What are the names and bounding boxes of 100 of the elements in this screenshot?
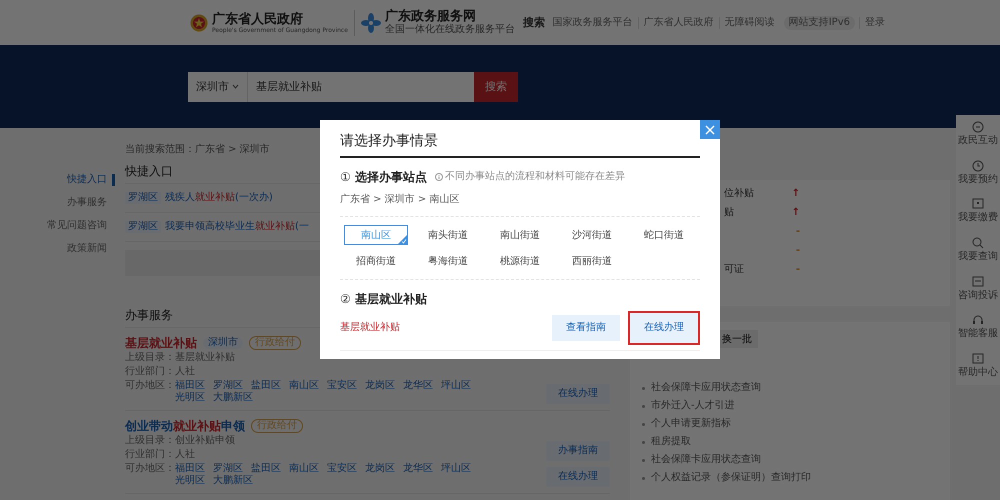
side-nav-item[interactable]: 常见问题咨询 bbox=[47, 220, 115, 232]
action-button[interactable]: 在线办理 bbox=[546, 467, 610, 487]
breadcrumb: 广东省 > 深圳市 > 南山区 bbox=[340, 194, 700, 217]
dialog-title: 请选择办事情景 bbox=[340, 132, 700, 158]
toolbar-button[interactable]: 我要预约 bbox=[958, 160, 998, 186]
step-title: 基层就业补贴 bbox=[354, 292, 427, 306]
action-button[interactable]: 在线办理 bbox=[628, 311, 700, 345]
region-tag: 罗湖区 bbox=[125, 192, 161, 204]
ipv6-badge[interactable]: 网站支持IPv6 bbox=[784, 16, 855, 30]
nav-link[interactable]: 登录 bbox=[859, 16, 890, 28]
district-link[interactable]: 光明区 bbox=[175, 475, 213, 487]
check-corner-icon bbox=[398, 235, 407, 244]
flower-logo-icon bbox=[360, 12, 381, 32]
alert-icon bbox=[972, 352, 984, 365]
district-link[interactable]: 坪山区 bbox=[441, 380, 479, 392]
toolbar-button[interactable]: 帮助中心 bbox=[958, 352, 998, 379]
district-link[interactable]: 宝安区 bbox=[327, 380, 365, 392]
toolbar-button[interactable]: 政民互动 bbox=[958, 121, 998, 148]
district-link[interactable]: 福田区 bbox=[175, 380, 213, 392]
trend-mark: ↑ bbox=[792, 188, 800, 200]
recommend-link[interactable]: 个人申请更新指标 bbox=[651, 418, 731, 430]
recommend-link[interactable]: 个人权益记录（参保证明）查询打印 bbox=[651, 472, 811, 484]
hot-item-link[interactable]: 贴 bbox=[724, 207, 734, 219]
info-icon bbox=[434, 173, 443, 181]
service-field: 行业部门：人社 bbox=[125, 449, 479, 461]
quick-entry-link[interactable]: 我要申领高校毕业生就业补贴(一 bbox=[165, 221, 309, 233]
nav-link[interactable]: 广东省人民政府 bbox=[638, 16, 719, 28]
side-nav-item[interactable]: 快捷入口 bbox=[67, 174, 115, 186]
district-link[interactable]: 罗湖区 bbox=[213, 380, 251, 392]
search-scope: 当前搜索范围：广东省 > 深圳市 bbox=[125, 144, 270, 156]
portal-title: 广东政务服务网 bbox=[384, 9, 477, 24]
nav-link[interactable]: 无障碍阅读 bbox=[718, 16, 780, 28]
district-link[interactable]: 龙岗区 bbox=[365, 463, 403, 475]
bullet-icon bbox=[642, 422, 645, 426]
close-icon bbox=[705, 124, 715, 134]
bullet-icon bbox=[642, 476, 645, 480]
step-number: ② bbox=[340, 292, 351, 306]
city-selector[interactable]: 深圳市 bbox=[188, 72, 248, 102]
areas-label: 可办地区： bbox=[125, 463, 175, 476]
category-tag: 行政给付 bbox=[249, 336, 301, 350]
district-link[interactable]: 盐田区 bbox=[251, 380, 289, 392]
region-tag: 罗湖区 bbox=[125, 221, 161, 233]
monitor-icon bbox=[972, 198, 984, 210]
portal-subtitle: 全国一体化在线政务服务平台 bbox=[384, 24, 515, 36]
toolbar-button[interactable]: 智能客服 bbox=[958, 314, 998, 340]
district-link[interactable]: 大鹏新区 bbox=[213, 392, 251, 404]
caret-icon bbox=[232, 84, 239, 89]
service-field: 上级目录：创业补贴申领 bbox=[125, 435, 479, 447]
trend-mark: - bbox=[796, 264, 800, 276]
toolbar-button[interactable]: 我要查询 bbox=[958, 236, 998, 263]
hot-item-link[interactable]: 可证 bbox=[724, 264, 744, 276]
recommend-link[interactable]: 租房提取 bbox=[651, 436, 691, 448]
nav-link[interactable]: 国家政务服务平台 bbox=[548, 16, 638, 28]
district-link[interactable]: 龙岗区 bbox=[365, 380, 403, 392]
action-button[interactable]: 在线办理 bbox=[546, 384, 610, 404]
service-title[interactable]: 创业带动就业补贴申领 bbox=[125, 419, 245, 433]
side-nav-item[interactable]: 办事服务 bbox=[67, 197, 115, 209]
region-tag: 深圳市 bbox=[203, 337, 243, 349]
recommend-link[interactable]: 社会保障卡应用状态查询 bbox=[651, 382, 761, 394]
trend-mark: - bbox=[796, 226, 800, 238]
step-number: ① bbox=[340, 170, 351, 184]
quick-entry-link[interactable]: 残疾人就业补贴(一次办) bbox=[165, 192, 273, 204]
district-link[interactable]: 福田区 bbox=[175, 463, 213, 475]
headset-icon bbox=[972, 314, 984, 326]
district-link[interactable]: 大鹏新区 bbox=[213, 475, 251, 487]
district-link[interactable]: 盐田区 bbox=[251, 463, 289, 475]
district-link[interactable]: 南山区 bbox=[289, 463, 327, 475]
district-link[interactable]: 光明区 bbox=[175, 392, 213, 404]
toolbar-button[interactable]: 咨询投诉 bbox=[958, 276, 998, 302]
close-button[interactable] bbox=[700, 120, 720, 139]
district-link[interactable]: 龙华区 bbox=[403, 380, 441, 392]
step-title: 选择办事站点 bbox=[354, 170, 427, 184]
bullet-icon bbox=[642, 404, 645, 408]
district-link[interactable]: 南山区 bbox=[289, 380, 327, 392]
trend-mark: - bbox=[796, 245, 800, 257]
action-button[interactable]: 查看指南 bbox=[552, 315, 620, 341]
district-link[interactable]: 龙华区 bbox=[403, 463, 441, 475]
service-field: 行业部门：人社 bbox=[125, 366, 479, 378]
toolbar-button[interactable]: 我要缴费 bbox=[958, 198, 998, 224]
site-option[interactable]: 南山区 bbox=[344, 225, 408, 245]
trend-mark: ↑ bbox=[792, 207, 800, 219]
emblem-icon bbox=[190, 14, 208, 32]
bullet-icon bbox=[642, 458, 645, 462]
recommend-link[interactable]: 市外迁入-人才引进 bbox=[651, 400, 735, 412]
recommend-link[interactable]: 社会保障卡应用状态查询 bbox=[651, 454, 761, 466]
site-title: 广东省人民政府 bbox=[212, 12, 304, 26]
action-button[interactable]: 办事指南 bbox=[546, 441, 610, 461]
district-link[interactable]: 宝安区 bbox=[327, 463, 365, 475]
district-link[interactable]: 罗湖区 bbox=[213, 463, 251, 475]
clock-icon bbox=[972, 160, 984, 172]
search-field[interactable]: 基层就业补贴 bbox=[248, 72, 474, 102]
service-title[interactable]: 基层就业补贴 bbox=[125, 336, 197, 350]
search-icon bbox=[972, 236, 984, 249]
district-link[interactable]: 坪山区 bbox=[441, 463, 479, 475]
page-label: 搜索 bbox=[522, 16, 545, 28]
service-field: 上级目录：基层就业补贴 bbox=[125, 352, 479, 364]
hot-item-link[interactable]: 位补贴 bbox=[724, 188, 754, 200]
bullet-icon bbox=[642, 440, 645, 444]
search-button[interactable]: 搜索 bbox=[474, 72, 518, 102]
side-nav-item[interactable]: 政策新闻 bbox=[67, 243, 115, 255]
